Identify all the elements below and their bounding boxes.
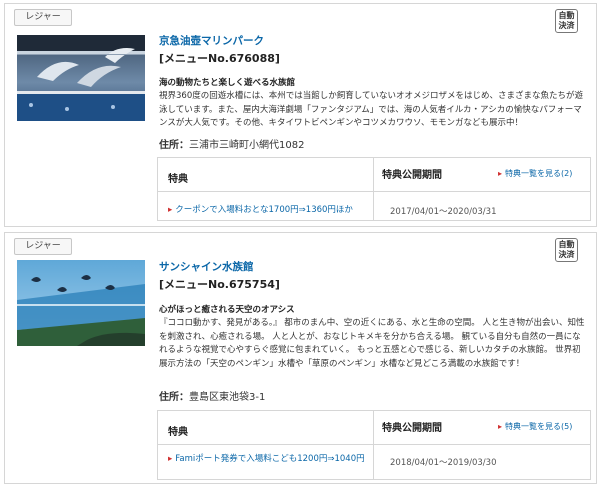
description: 『ココロ動かす、発見がある。』 都市のまん中、空の近くにある、水と生命の空間。 … — [159, 318, 585, 369]
auto-payment-badge: 自動 決済 — [555, 238, 578, 262]
period-header: 特典公開期間 — [382, 423, 442, 434]
listing-title-link[interactable]: サンシャイン水族館 — [159, 259, 254, 274]
benefit-table-header: 特典 特典公開期間 特典一覧を見る(2) — [158, 158, 590, 192]
offer-period: 2017/04/01～2020/03/31 — [390, 207, 497, 217]
description: 視界360度の回遊水槽には、本州では当館しか飼育していないオオメジロザメをはじめ… — [159, 91, 583, 128]
catchphrase: 心がほっと癒される天空のオアシス — [159, 305, 295, 315]
benefit-table-header: 特典 特典公開期間 特典一覧を見る(5) — [158, 411, 590, 445]
benefit-header: 特典 — [168, 427, 188, 438]
listing-card: レジャー 自動 決済 サンシャイン水族館 [メニューNo.675754] 心がほ… — [4, 232, 597, 484]
address-label: 住所： — [159, 140, 189, 151]
category-tag: レジャー — [14, 238, 72, 255]
column-divider — [373, 158, 374, 220]
auto-payment-badge: 自動 決済 — [555, 9, 578, 33]
benefit-table: 特典 特典公開期間 特典一覧を見る(5) ▸Famiポート発券で入場料こども12… — [157, 410, 591, 480]
benefit-table: 特典 特典公開期間 特典一覧を見る(2) ▸クーポンで入場料おとな1700円⇒1… — [157, 157, 591, 221]
offer-link[interactable]: ▸ Famiポート発券で入場料こども1200円⇒1040円 — [168, 453, 368, 465]
benefit-header: 特典 — [168, 174, 188, 185]
category-tag: レジャー — [14, 9, 72, 26]
triangle-bullet-icon: ▸ — [168, 454, 173, 464]
benefit-list-link[interactable]: 特典一覧を見る(5) — [498, 421, 572, 432]
address: 住所：豊島区東池袋3-1 — [159, 388, 265, 403]
triangle-bullet-icon: ▸ — [168, 205, 173, 215]
menu-number: [メニューNo.676088] — [159, 52, 280, 65]
aquarium-dolphin-photo[interactable] — [17, 35, 145, 121]
listing-card: レジャー 自動 決済 京急油壺マリンパーク [メニューNo.676088] 海の… — [4, 3, 597, 227]
address-value: 豊島区東池袋3-1 — [189, 392, 266, 403]
address: 住所：三浦市三崎町小網代1082 — [159, 136, 304, 151]
catchphrase: 海の動物たちと楽しく遊べる水族館 — [159, 78, 296, 88]
address-label: 住所： — [159, 392, 189, 403]
menu-number: [メニューNo.675754] — [159, 278, 280, 291]
offer-period: 2018/04/01～2019/03/30 — [390, 458, 497, 468]
benefit-list-link[interactable]: 特典一覧を見る(2) — [498, 168, 572, 179]
period-header: 特典公開期間 — [382, 170, 442, 181]
offer-link[interactable]: ▸ クーポンで入場料おとな1700円⇒1360円ほか — [168, 204, 368, 216]
column-divider — [373, 411, 374, 479]
listing-title-link[interactable]: 京急油壺マリンパーク — [159, 33, 264, 48]
aquarium-penguin-photo[interactable] — [17, 260, 145, 346]
address-value: 三浦市三崎町小網代1082 — [189, 140, 305, 151]
